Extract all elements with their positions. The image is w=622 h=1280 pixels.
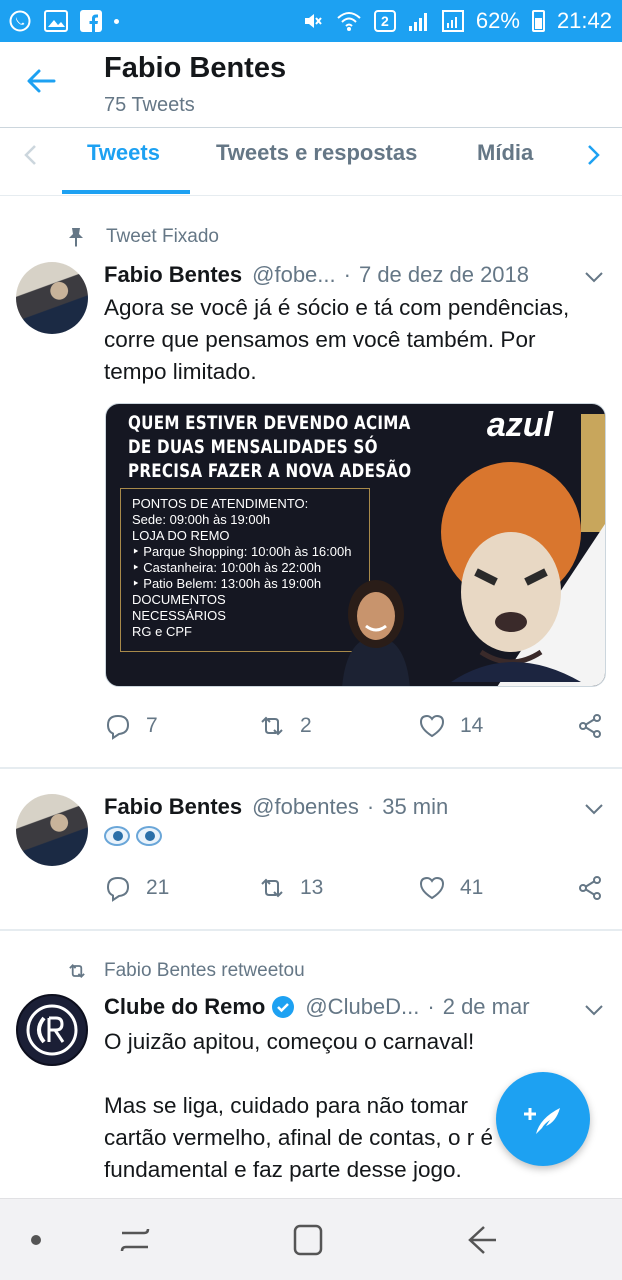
eyes-emoji xyxy=(104,826,162,846)
mascot-illustration xyxy=(441,462,581,682)
retweet-count: 2 xyxy=(300,714,312,737)
mute-icon xyxy=(302,10,324,32)
reply-button[interactable]: 7 xyxy=(104,712,158,740)
retweet-icon xyxy=(261,878,283,898)
reply-count: 7 xyxy=(146,714,158,737)
tweet-time: 7 de dez de 2018 xyxy=(358,262,530,287)
author-handle: @ClubeD... xyxy=(305,994,420,1019)
tab-tweets-e-respostas[interactable]: Tweets e respostas xyxy=(216,140,417,166)
pinned-label: Tweet Fixado xyxy=(66,226,219,248)
reply-icon xyxy=(106,714,130,740)
chevron-down-icon[interactable] xyxy=(584,802,604,816)
tweet-text: Agora se você já é sócio e tá com pendên… xyxy=(104,295,570,384)
nav-dot-icon[interactable] xyxy=(30,1234,42,1246)
image-info-text: PONTOS DE ATENDIMENTO: Sede: 09:00h às 1… xyxy=(132,496,352,639)
tweet-time: 2 de mar xyxy=(442,994,530,1019)
reply-count: 21 xyxy=(146,876,170,899)
share-icon xyxy=(579,714,601,738)
pinned-text: Tweet Fixado xyxy=(106,226,219,247)
battery-icon xyxy=(531,10,545,32)
verified-badge-icon xyxy=(272,996,295,1018)
tab-midia[interactable]: Mídia xyxy=(477,140,533,166)
home-icon[interactable] xyxy=(292,1223,324,1257)
tweet-header: Clube do Remo @ClubeD... · 2 de mar xyxy=(104,994,530,1020)
wifi-icon xyxy=(336,10,362,32)
person-illustration xyxy=(342,580,410,686)
retweet-text: Fabio Bentes retweetou xyxy=(104,960,305,981)
author-name[interactable]: Fabio Bentes xyxy=(104,262,242,288)
notification-dot-icon xyxy=(114,18,119,24)
signal-icon xyxy=(408,10,430,32)
tweet-time: 35 min xyxy=(382,794,449,819)
gallery-icon xyxy=(44,10,68,32)
tweet-image[interactable]: QUEM ESTIVER DEVENDO ACIMA DE DUAS MENSA… xyxy=(105,403,606,687)
heart-icon xyxy=(419,876,445,900)
avatar[interactable] xyxy=(16,794,88,866)
system-nav-bar xyxy=(0,1198,622,1280)
image-headline: QUEM ESTIVER DEVENDO ACIMA DE DUAS MENSA… xyxy=(128,413,412,482)
chevron-right-icon[interactable] xyxy=(580,142,606,168)
chevron-left-icon[interactable] xyxy=(18,142,44,168)
author-handle: @fobentes xyxy=(252,794,359,819)
battery-percentage: 62% xyxy=(475,8,520,33)
pin-icon xyxy=(69,228,83,247)
club-crest-icon xyxy=(26,1004,78,1056)
active-tab-indicator xyxy=(62,190,190,194)
retweet-count: 13 xyxy=(300,876,324,899)
heart-icon xyxy=(419,714,445,738)
status-bar: 2 62% 21:42 xyxy=(0,0,622,42)
brand-logo: azul xyxy=(486,406,553,444)
eye-emoji-icon xyxy=(104,826,130,846)
chevron-down-icon[interactable] xyxy=(584,1003,604,1017)
author-name[interactable]: Fabio Bentes xyxy=(104,794,242,820)
recent-apps-icon[interactable] xyxy=(118,1223,152,1257)
share-icon xyxy=(579,876,601,900)
compose-quill-icon xyxy=(524,1108,560,1134)
author-name[interactable]: Clube do Remo xyxy=(104,994,265,1020)
chevron-down-icon[interactable] xyxy=(584,270,604,284)
tweet-header: Fabio Bentes @fobentes · 35 min xyxy=(104,794,449,820)
divider xyxy=(0,767,622,769)
facebook-icon xyxy=(80,10,102,32)
profile-tabs: Tweets Tweets e respostas Mídia xyxy=(0,128,622,196)
sim-badge: 2 xyxy=(373,10,396,32)
share-button[interactable] xyxy=(576,712,604,740)
signal-icon xyxy=(441,10,464,32)
reply-button[interactable]: 21 xyxy=(104,874,169,902)
clock: 21:42 xyxy=(556,8,612,33)
tweet-count: 75 Tweets xyxy=(104,94,195,116)
whatsapp-icon xyxy=(8,9,32,33)
retweet-icon xyxy=(261,716,283,736)
retweet-icon xyxy=(69,964,85,978)
like-button[interactable]: 14 xyxy=(418,712,483,740)
tweet-header: Fabio Bentes @fobe... · 7 de dez de 2018 xyxy=(104,262,530,288)
page-title: Fabio Bentes xyxy=(104,52,287,84)
share-button[interactable] xyxy=(576,874,604,902)
eye-emoji-icon xyxy=(136,826,162,846)
retweet-label: Fabio Bentes retweetou xyxy=(66,960,305,982)
compose-tweet-button[interactable] xyxy=(496,1072,590,1166)
tweet-actions: 21 13 41 xyxy=(104,874,610,904)
profile-header: Fabio Bentes 75 Tweets xyxy=(0,42,622,128)
author-handle: @fobe... xyxy=(252,262,336,287)
avatar[interactable] xyxy=(16,994,88,1066)
tab-tweets[interactable]: Tweets xyxy=(87,140,160,166)
back-icon[interactable] xyxy=(466,1223,500,1257)
avatar[interactable] xyxy=(16,262,88,334)
like-button[interactable]: 41 xyxy=(418,874,483,902)
like-count: 14 xyxy=(460,714,484,737)
divider xyxy=(0,929,622,931)
back-arrow-icon[interactable] xyxy=(24,64,58,98)
retweet-button[interactable]: 2 xyxy=(258,712,312,740)
like-count: 41 xyxy=(460,876,484,899)
retweet-button[interactable]: 13 xyxy=(258,874,323,902)
reply-icon xyxy=(106,876,130,902)
tweet-actions: 7 2 14 xyxy=(104,712,610,742)
